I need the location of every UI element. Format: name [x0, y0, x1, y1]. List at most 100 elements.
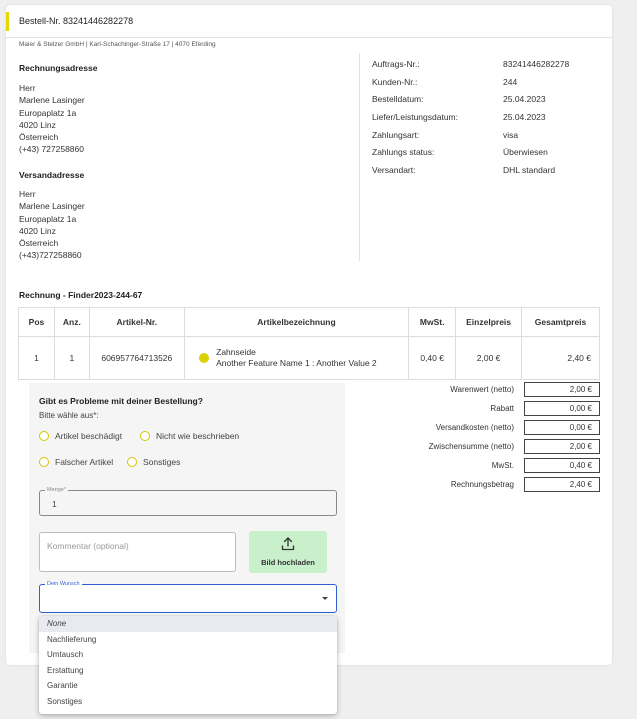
meta-row: Versandart: DHL standard — [372, 165, 592, 183]
meta-key: Auftrags-Nr.: — [372, 59, 420, 69]
meta-key: Bestelldatum: — [372, 94, 424, 105]
meta-row: Zahlungsart: visa — [372, 130, 592, 148]
menu-option-umtausch[interactable]: Umtausch — [39, 647, 337, 663]
totals-row: Warenwert (netto) 2,00 € — [386, 380, 600, 399]
order-header: Bestell-Nr. 83241446282278 — [6, 5, 612, 38]
meta-value: 244 — [503, 76, 518, 87]
shipping-line: Österreich — [19, 238, 59, 249]
radio-sonstiges[interactable]: Sonstiges — [127, 457, 180, 467]
shipping-heading: Versandadresse — [19, 170, 85, 180]
totals-label: Zwischensumme (netto) — [428, 442, 514, 451]
shipping-line: (+43)727258860 — [19, 250, 82, 261]
radio-circle-icon[interactable] — [39, 457, 49, 467]
meta-row: Kunden-Nr.: 244 — [372, 77, 592, 95]
shipping-line: Herr — [19, 189, 36, 199]
cell-pos: 1 — [18, 336, 55, 380]
menu-option-erstattung[interactable]: Erstattung — [39, 663, 337, 679]
meta-key: Liefer/Leistungsdatum: — [372, 112, 458, 123]
billing-line: (+43) 727258860 — [19, 144, 84, 155]
radio-nicht-wie-beschrieben[interactable]: Nicht wie beschrieben — [140, 431, 239, 441]
totals-table: Warenwert (netto) 2,00 € Rabatt 0,00 € Ver… — [386, 380, 600, 494]
radio-artikel-beschaedigt[interactable]: Artikel beschädigt — [39, 431, 122, 441]
totals-value: 0,00 € — [524, 401, 600, 416]
article-names: Zahnseide Another Feature Name 1 : Anoth… — [216, 347, 377, 369]
menu-option-none[interactable]: None — [39, 616, 337, 632]
billing-line: 4020 Linz — [19, 119, 56, 130]
menu-option-nachlieferung[interactable]: Nachlieferung — [39, 632, 337, 648]
vertical-divider — [359, 53, 360, 261]
quantity-value: 1 — [52, 499, 57, 509]
cell-qty: 1 — [53, 336, 90, 380]
radio-label: Artikel beschädigt — [55, 431, 123, 441]
col-header: Gesamtpreis — [521, 307, 600, 337]
col-header: Artikel-Nr. — [88, 307, 185, 337]
col-header: MwSt. — [408, 307, 457, 337]
totals-value: 0,00 € — [524, 420, 600, 435]
cell-total-price: 2,40 € — [521, 336, 600, 380]
table-header-row: Pos Anz. Artikel-Nr. Artikelbezeichnung … — [18, 307, 600, 337]
menu-option-garantie[interactable]: Garantie — [39, 678, 337, 694]
cell-article-no: 606957764713526 — [88, 336, 185, 380]
totals-row: Rabatt 0,00 € — [386, 399, 600, 418]
col-header: Einzelpreis — [455, 307, 523, 337]
meta-value: 25.04.2023 — [503, 112, 546, 123]
billing-line: Herr — [19, 83, 36, 93]
upload-image-button[interactable]: Bild hochladen — [249, 531, 327, 573]
totals-label: Warenwert (netto) — [450, 385, 514, 394]
upload-label: Bild hochladen — [261, 558, 315, 567]
totals-label: Rechnungsbetrag — [450, 480, 514, 489]
invoice-table: Pos Anz. Artikel-Nr. Artikelbezeichnung … — [18, 307, 600, 380]
radio-falscher-artikel[interactable]: Falscher Artikel — [39, 457, 113, 467]
menu-option-sonstiges[interactable]: Sonstiges — [39, 694, 337, 710]
dropdown-arrow-icon[interactable] — [322, 597, 328, 600]
billing-heading: Rechnungsadresse — [19, 63, 98, 73]
radio-circle-icon[interactable] — [127, 457, 137, 467]
company-line: Maier & Stelzer GmbH | Karl-Schachinger-… — [19, 41, 216, 48]
meta-value: 25.04.2023 — [503, 94, 546, 105]
totals-row: Rechnungsbetrag 2,40 € — [386, 475, 600, 494]
meta-key: Zahlungsart: — [372, 129, 420, 140]
billing-line: Österreich — [19, 132, 59, 143]
totals-value: 2,00 € — [524, 382, 600, 397]
totals-value: 0,40 € — [524, 458, 600, 473]
radio-label: Falscher Artikel — [55, 457, 114, 467]
totals-row: Zwischensumme (netto) 2,00 € — [386, 437, 600, 456]
problem-title: Gibt es Probleme mit deiner Bestellung? — [39, 396, 203, 406]
meta-row: Bestelldatum: 25.04.2023 — [372, 94, 592, 112]
comment-input[interactable]: Kommentar (optional) — [39, 532, 236, 572]
billing-line: Europaplatz 1a — [19, 107, 77, 118]
meta-key: Versandart: — [372, 165, 416, 176]
meta-row: Liefer/Leistungsdatum: 25.04.2023 — [372, 112, 592, 130]
totals-row: MwSt. 0,40 € — [386, 456, 600, 475]
radio-label: Sonstiges — [143, 457, 181, 467]
order-title: Bestell-Nr. 83241446282278 — [19, 16, 134, 26]
meta-key: Zahlungs status: — [372, 147, 435, 158]
wish-select[interactable]: Dein Wunsch — [39, 581, 337, 613]
color-dot-icon — [198, 353, 209, 363]
meta-value: Überwiesen — [503, 147, 548, 158]
shipping-address: Herr Marlene Lasinger Europaplatz 1a 402… — [19, 188, 85, 262]
radio-circle-icon[interactable] — [39, 431, 49, 441]
meta-row: Zahlungs status: Überwiesen — [372, 147, 592, 165]
meta-value: DHL standard — [503, 165, 556, 176]
totals-label: MwSt. — [491, 461, 514, 470]
col-header: Anz. — [53, 307, 90, 337]
table-row: 1 1 606957764713526 Zahnseide Another Fe… — [18, 336, 600, 380]
problem-panel: Gibt es Probleme mit deiner Bestellung? … — [29, 383, 345, 653]
meta-value: visa — [503, 129, 519, 140]
meta-value: 83241446282278 — [503, 59, 570, 69]
quantity-field[interactable]: Menge* 1 — [39, 487, 337, 516]
radio-label: Nicht wie beschrieben — [156, 431, 240, 441]
shipping-line: 4020 Linz — [19, 225, 56, 236]
radio-circle-icon[interactable] — [140, 431, 150, 441]
order-meta: Auftrags-Nr.: 83241446282278 Kunden-Nr.: 2… — [372, 59, 592, 183]
totals-value: 2,40 € — [524, 477, 600, 492]
shipping-line: Europaplatz 1a — [19, 213, 77, 224]
col-header: Pos — [18, 307, 55, 337]
meta-key: Kunden-Nr.: — [372, 76, 418, 87]
totals-row: Versandkosten (netto) 0,00 € — [386, 418, 600, 437]
header-accent-bar — [6, 12, 9, 31]
problem-subtitle: Bitte wähle aus*: — [39, 411, 99, 420]
totals-label: Rabatt — [490, 404, 514, 413]
wish-dropdown-menu: None Nachlieferung Umtausch Erstattung G… — [39, 616, 337, 714]
